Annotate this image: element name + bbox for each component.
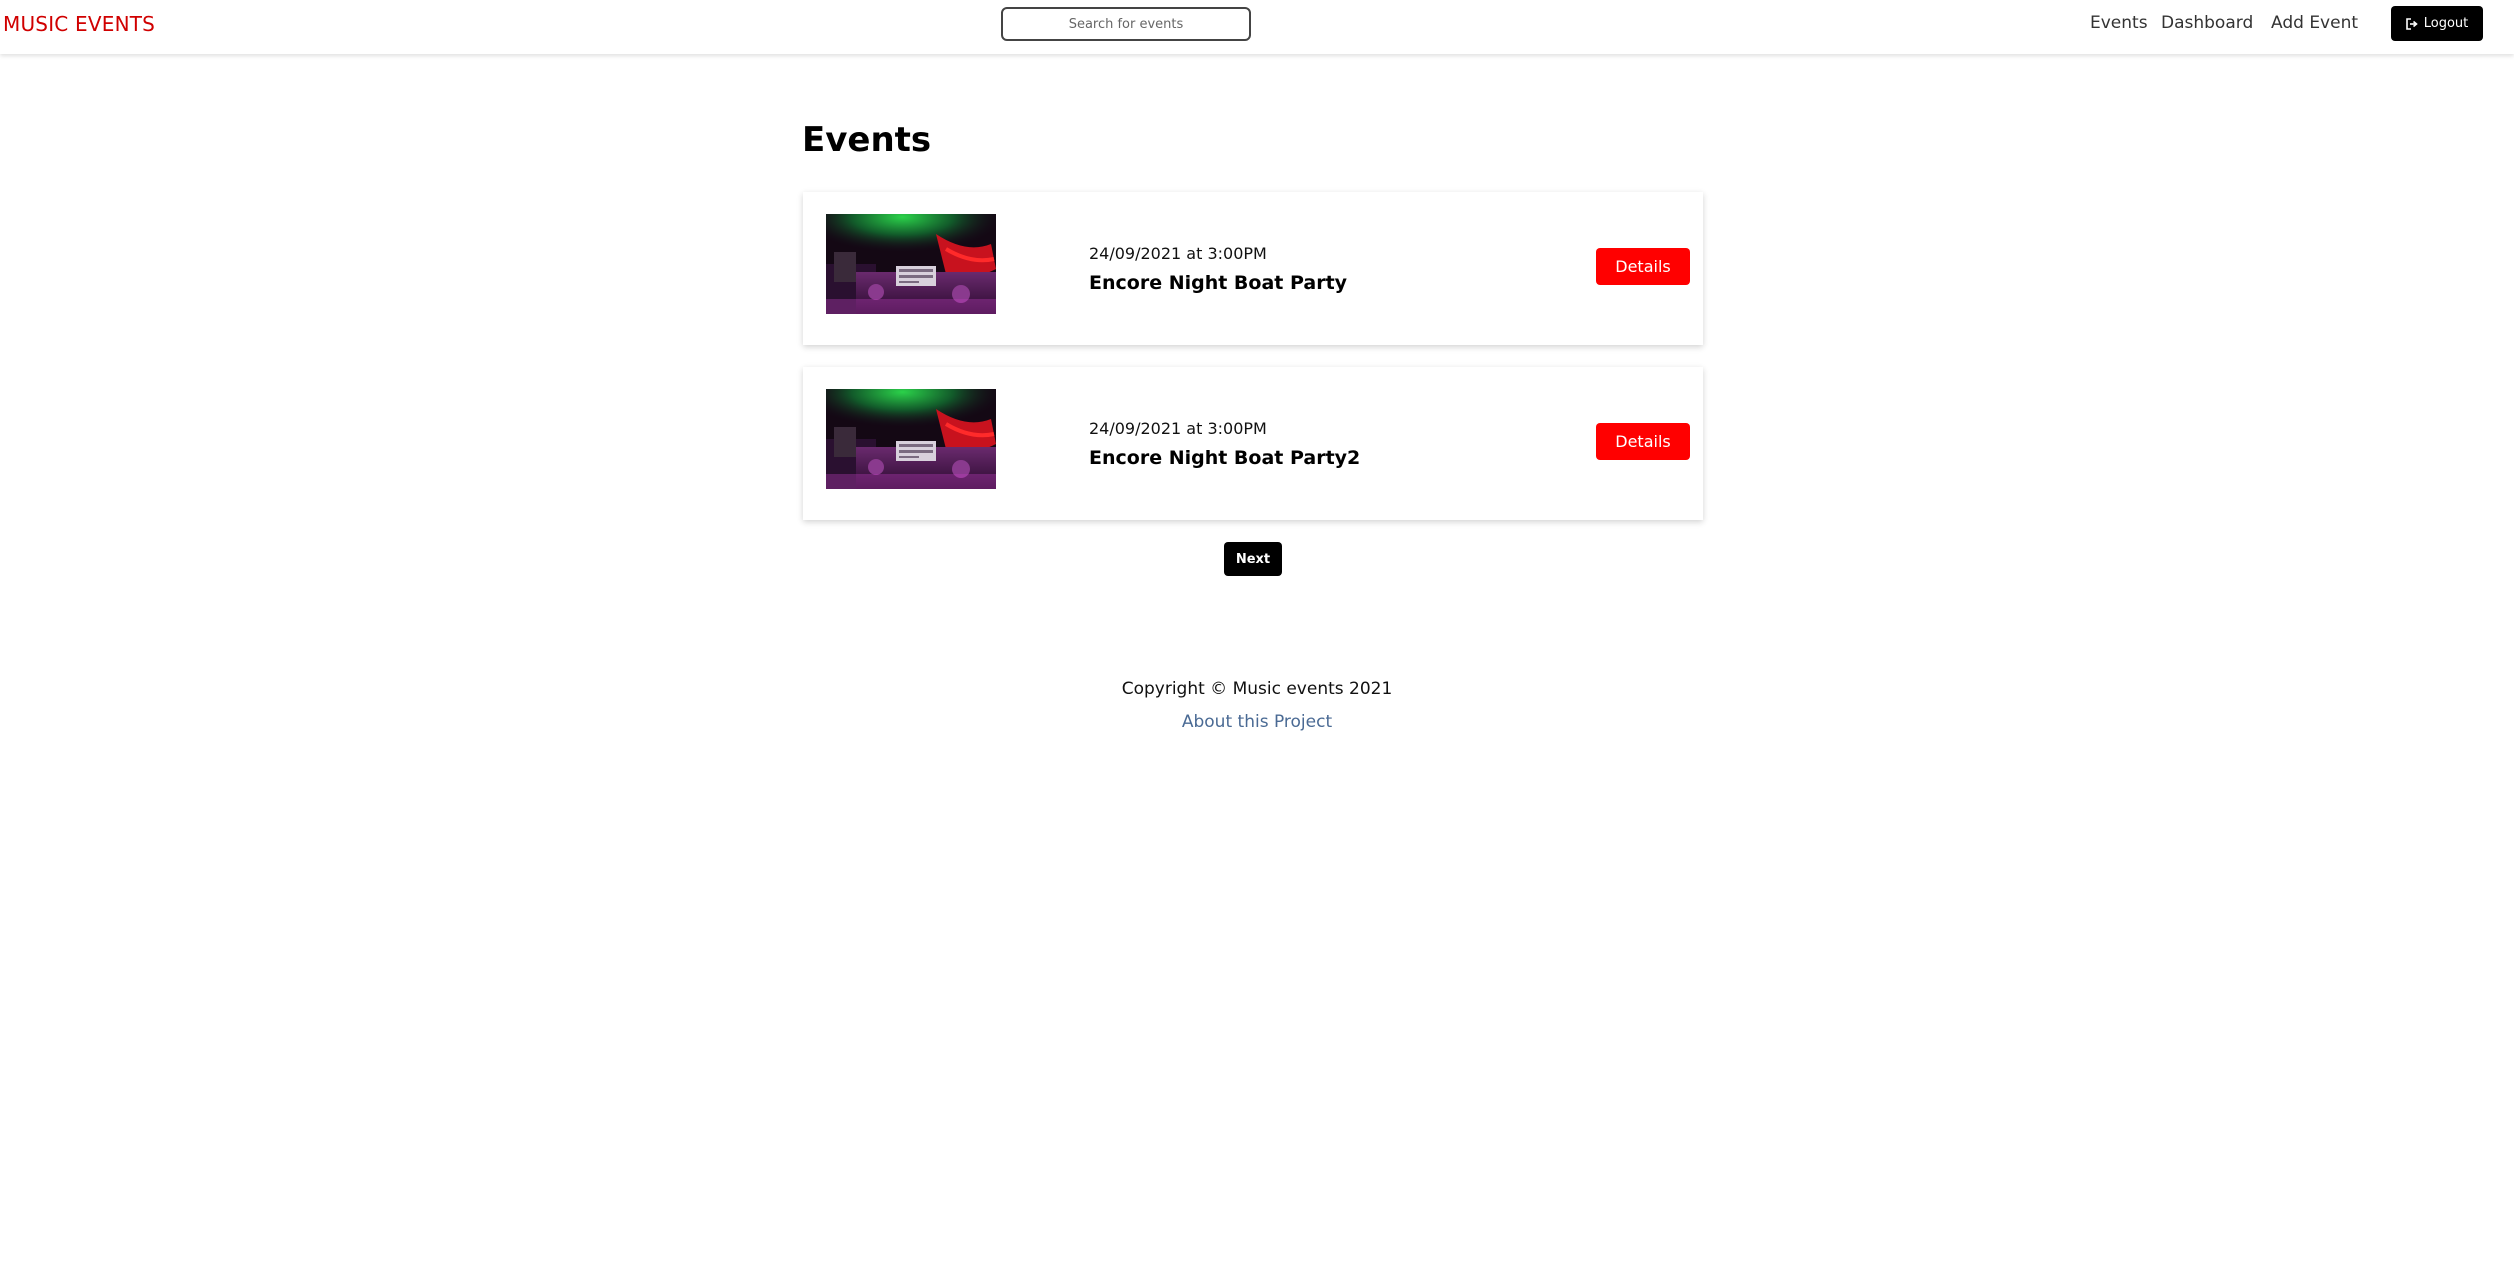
logout-label: Logout	[2423, 16, 2469, 31]
details-button[interactable]: Details	[1596, 423, 1690, 460]
event-name: Encore Night Boat Party2	[1089, 447, 1361, 469]
about-project-link[interactable]: About this Project	[1182, 712, 1332, 732]
event-image[interactable]	[826, 214, 996, 314]
nav-link-events[interactable]: Events	[2090, 13, 2148, 33]
top-navbar: MUSIC EVENTS Events Dashboard Add Event …	[0, 0, 2514, 54]
event-card: 24/09/2021 at 3:00PM Encore Night Boat P…	[803, 367, 1703, 520]
event-image[interactable]	[826, 389, 996, 489]
nav-link-add-event[interactable]: Add Event	[2271, 13, 2358, 33]
event-card: 24/09/2021 at 3:00PM Encore Night Boat P…	[803, 192, 1703, 345]
event-date: 24/09/2021 at 3:00PM	[1089, 244, 1267, 263]
next-page-button[interactable]: Next	[1224, 542, 1282, 576]
event-date: 24/09/2021 at 3:00PM	[1089, 419, 1267, 438]
footer-copyright: Copyright © Music events 2021	[1121, 679, 1393, 699]
page-title: Events	[802, 120, 932, 160]
logout-icon	[2405, 17, 2418, 30]
search-input[interactable]	[1001, 7, 1251, 41]
details-button[interactable]: Details	[1596, 248, 1690, 285]
brand-logo[interactable]: MUSIC EVENTS	[3, 12, 155, 36]
event-name: Encore Night Boat Party	[1089, 272, 1348, 294]
footer-link-container: About this Project	[0, 712, 2514, 732]
logout-button[interactable]: Logout	[2391, 6, 2483, 41]
nav-link-dashboard[interactable]: Dashboard	[2161, 13, 2253, 33]
